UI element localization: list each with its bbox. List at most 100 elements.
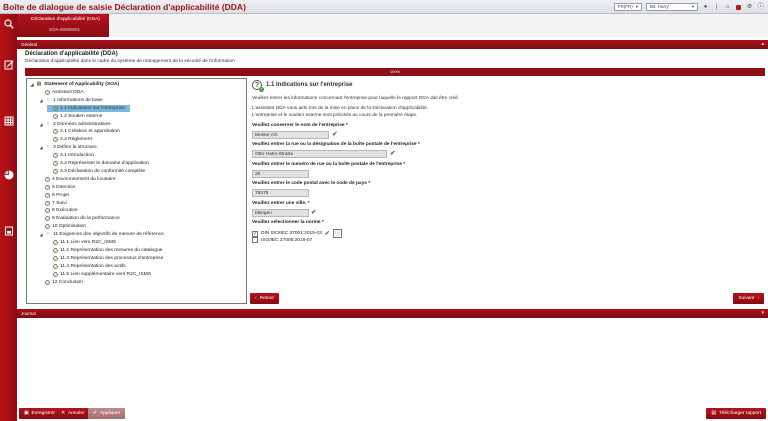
- tree-item[interactable]: ? 7 Suivi: [39, 200, 67, 207]
- street-input[interactable]: [252, 150, 387, 158]
- tree-item[interactable]: ◢ ♀ 3 Définir la structure: [39, 144, 96, 151]
- tree-item[interactable]: ? 11.4 Représentation des actifs: [47, 263, 126, 270]
- next-button[interactable]: Suivant ›: [733, 293, 764, 304]
- tree-item[interactable]: ? 2.1 Créateur et approbation: [47, 128, 120, 135]
- help-icon: ?: [45, 192, 50, 198]
- tree-item[interactable]: ? 11.1 Lien vers R2C_ISMS: [47, 239, 116, 246]
- user-select[interactable]: Bit, Harry ▾: [646, 3, 698, 11]
- tree-item[interactable]: ◢ ♀ 2 Données administratives: [39, 120, 110, 128]
- tree-item[interactable]: ? 12 Conclusion: [39, 279, 83, 286]
- back-button[interactable]: ‹ Retour: [250, 293, 280, 304]
- page-title: Déclaration d'applicabilité (DDA): [25, 51, 118, 57]
- expand-arrow-icon[interactable]: ◢: [39, 121, 43, 128]
- save-button[interactable]: ▣ Enregistrer: [19, 408, 61, 419]
- help-icon: ?: [53, 105, 58, 111]
- help-icon: ?: [45, 184, 50, 190]
- bulb-icon: ♀: [46, 120, 50, 127]
- language-select[interactable]: FR(FR) ▾: [613, 3, 642, 11]
- apply-button[interactable]: ✔ Appliquer: [88, 408, 126, 419]
- tree-item-label: 11.3 Représentation des processus d'entr…: [60, 255, 164, 261]
- valid-check-icon: ✔: [311, 209, 317, 216]
- dialog-header: Déclaration d'applicabilité (DDA) Déclar…: [25, 51, 765, 64]
- tree-item[interactable]: ? Assistant DDA: [39, 89, 84, 96]
- tree-item[interactable]: ? 3.3 Déclaration de conformité complète: [47, 168, 145, 175]
- collapse-icon[interactable]: ▴: [761, 40, 764, 49]
- chevron-right-icon: ›: [757, 296, 759, 301]
- tree-item[interactable]: ? 10 Optimisation: [39, 223, 86, 230]
- gear-icon[interactable]: ⚙: [746, 4, 753, 11]
- tree-item[interactable]: ? 4 Environnement du locataire: [39, 176, 116, 183]
- bulb-icon: ♀: [46, 96, 50, 103]
- tree-item[interactable]: ? 6 Projet: [39, 192, 69, 199]
- help-icon: ?: [53, 113, 58, 119]
- tree-item[interactable]: ◢ ▤ Statement of Applicability (SOA): [30, 81, 119, 88]
- help-icon: ?: [53, 255, 58, 261]
- search-icon[interactable]: [3, 18, 14, 29]
- checkbox[interactable]: [252, 237, 258, 243]
- user-icon[interactable]: ●: [702, 4, 709, 11]
- tree-item-label: 12 Conclusion: [52, 279, 83, 285]
- tree-item[interactable]: ? 3.2 Représenter le domaine d'applicatio…: [47, 160, 149, 167]
- tree-item-label: 1.1 Indications sur l'entreprise: [60, 105, 125, 111]
- company-input[interactable]: [252, 131, 329, 139]
- help-icon: ?: [53, 271, 58, 277]
- help-icon: ?: [53, 168, 58, 174]
- checkbox[interactable]: ✓: [252, 230, 258, 237]
- tree-item[interactable]: ? 9 Évaluation de la performance: [39, 215, 120, 222]
- info-icon[interactable]: ⓘ: [757, 4, 764, 11]
- tree-item[interactable]: ? 1.1 Indications sur l'entreprise: [47, 104, 130, 112]
- tree-item-label: 7 Suivi: [52, 200, 67, 206]
- city-label: Veuillez entrer une ville. *: [252, 201, 310, 206]
- help-icon: ?: [53, 153, 58, 159]
- section-general[interactable]: Général ▴: [17, 40, 768, 49]
- tab-subtitle: SOA-00000001: [49, 27, 81, 32]
- tree-item-label: 4 Environnement du locataire: [52, 176, 116, 182]
- tab-soa-dialog[interactable]: Déclaration d'applicabilité (DDA) SOA-00…: [17, 14, 109, 37]
- app-title: Boîte de dialogue de saisie Déclaration …: [3, 2, 246, 12]
- tree-item[interactable]: ◢ ♀ 11 Exigences des objectifs de mesure d…: [39, 231, 164, 238]
- tree-item[interactable]: ? 8 Exécution: [39, 207, 78, 214]
- download-report-button[interactable]: ▤ Télécharger rapport: [706, 408, 766, 419]
- report-icon[interactable]: [3, 225, 14, 236]
- tree-item-label: 5 Direction: [52, 184, 76, 190]
- help-icon: ?: [53, 137, 58, 143]
- form-title: 1.1 Indications sur l'entreprise: [266, 82, 353, 88]
- cancel-button[interactable]: ✕ Annuler: [56, 408, 90, 419]
- expand-arrow-icon[interactable]: ◢: [39, 97, 43, 104]
- close-icon: ✕: [61, 411, 66, 416]
- norm-option-27005[interactable]: ISO/IEC 27005:2018-07: [252, 237, 312, 243]
- pie-chart-icon[interactable]: [3, 169, 14, 180]
- edit-document-icon[interactable]: [3, 59, 14, 70]
- postal-input[interactable]: [252, 189, 309, 197]
- tree-item-label: 11 Exigences des objectifs de mesure de …: [53, 232, 164, 238]
- tree-item-label: 10 Optimisation: [52, 224, 86, 230]
- expand-arrow-icon[interactable]: ◢: [39, 231, 43, 238]
- home-icon[interactable]: ⌂: [724, 4, 731, 11]
- tree-item[interactable]: ? 11.5 Lien supplémentaire vers R2C_ISMS: [47, 271, 151, 278]
- expand-arrow-icon[interactable]: ◢: [39, 144, 43, 151]
- help-icon: ?: [45, 176, 50, 182]
- checkmark-icon: ✔: [93, 411, 98, 416]
- tree-item[interactable]: ? 1.2 Soutien externe: [47, 113, 102, 120]
- city-input[interactable]: [252, 209, 309, 217]
- expand-arrow-icon[interactable]: ◢: [30, 81, 34, 88]
- tree-item[interactable]: ? 11.3 Représentation des processus d'ent…: [47, 255, 163, 262]
- title-bar: Boîte de dialogue de saisie Déclaration …: [0, 0, 768, 14]
- tree-item[interactable]: ? 11.2 Représentation des mesures du cata…: [47, 247, 162, 254]
- table-icon[interactable]: [3, 115, 14, 126]
- valid-check-icon: ✔: [390, 150, 396, 157]
- tree-item[interactable]: ? 2.2 Règlement: [47, 136, 92, 143]
- tree-item[interactable]: ? 5 Direction: [39, 184, 75, 191]
- page-subtitle: Déclaration d'applicabilité dans le cadr…: [25, 59, 235, 64]
- tree-item[interactable]: ◢ ♀ 1 Informations de base: [39, 96, 102, 104]
- info-box-icon[interactable]: ⓘ: [332, 229, 342, 238]
- tree-item[interactable]: ? 3.1 Introduction: [47, 152, 94, 159]
- expand-icon[interactable]: ▾: [761, 309, 764, 318]
- section-journal[interactable]: Journal ▾: [17, 309, 768, 318]
- valid-check-icon: ✔: [324, 230, 330, 237]
- tree-item-label: 6 Projet: [52, 192, 69, 198]
- help-icon: ?: [45, 208, 50, 214]
- number-input[interactable]: [252, 170, 309, 178]
- notification-icon[interactable]: [735, 4, 742, 11]
- left-navigation: [0, 14, 17, 421]
